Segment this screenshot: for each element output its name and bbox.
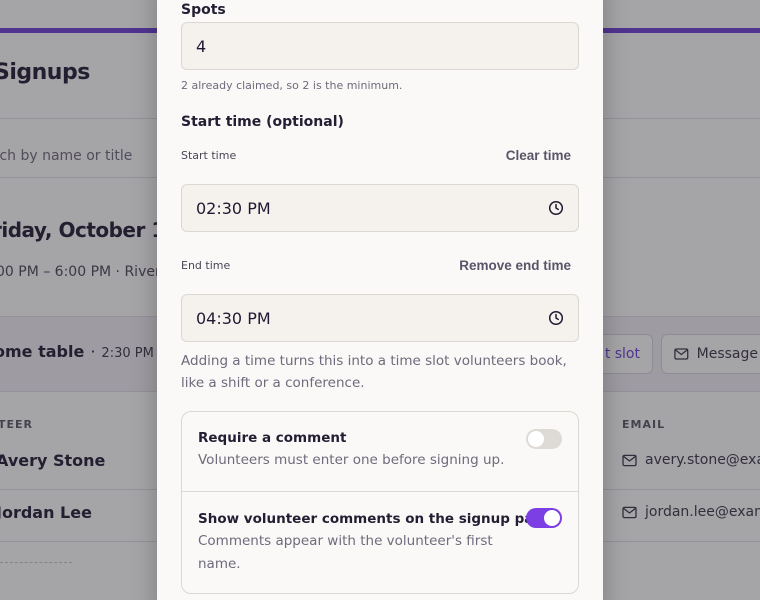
remove-end-time-button[interactable]: Remove end time bbox=[459, 258, 571, 273]
edit-slot-modal: Spots 4 2 already claimed, so 2 is the m… bbox=[157, 0, 603, 600]
show-comments-toggle[interactable] bbox=[526, 508, 562, 528]
spots-help-text: 2 already claimed, so 2 is the minimum. bbox=[181, 79, 403, 92]
start-time-label: Start time bbox=[181, 149, 237, 162]
show-comments-option: Show volunteer comments on the signup pa… bbox=[182, 511, 553, 576]
option-title: Require a comment bbox=[198, 430, 347, 446]
spots-label: Spots bbox=[181, 2, 226, 18]
end-time-label: End time bbox=[181, 259, 231, 272]
clock-icon[interactable] bbox=[548, 200, 564, 216]
end-time-input[interactable]: 04:30 PM bbox=[181, 294, 579, 342]
start-time-section-title: Start time (optional) bbox=[181, 114, 344, 130]
end-time-value: 04:30 PM bbox=[196, 308, 271, 328]
require-comment-toggle[interactable] bbox=[526, 429, 562, 449]
divider bbox=[182, 491, 578, 492]
option-title: Show volunteer comments on the signup pa… bbox=[198, 511, 553, 527]
require-comment-option: Require a comment Volunteers must enter … bbox=[182, 430, 578, 472]
toggle-knob bbox=[544, 510, 560, 526]
option-description: Comments appear with the volunteer's fir… bbox=[198, 533, 493, 572]
start-time-input[interactable]: 02:30 PM bbox=[181, 184, 579, 232]
time-help-text: Adding a time turns this into a time slo… bbox=[181, 353, 567, 391]
toggle-knob bbox=[528, 431, 544, 447]
comment-options-card: Require a comment Volunteers must enter … bbox=[181, 411, 579, 594]
start-time-value: 02:30 PM bbox=[196, 198, 271, 218]
option-description: Volunteers must enter one before signing… bbox=[198, 452, 505, 468]
clock-icon[interactable] bbox=[548, 310, 564, 326]
spots-input[interactable]: 4 bbox=[181, 22, 579, 70]
clear-time-button[interactable]: Clear time bbox=[506, 148, 571, 163]
spots-value: 4 bbox=[196, 36, 207, 56]
